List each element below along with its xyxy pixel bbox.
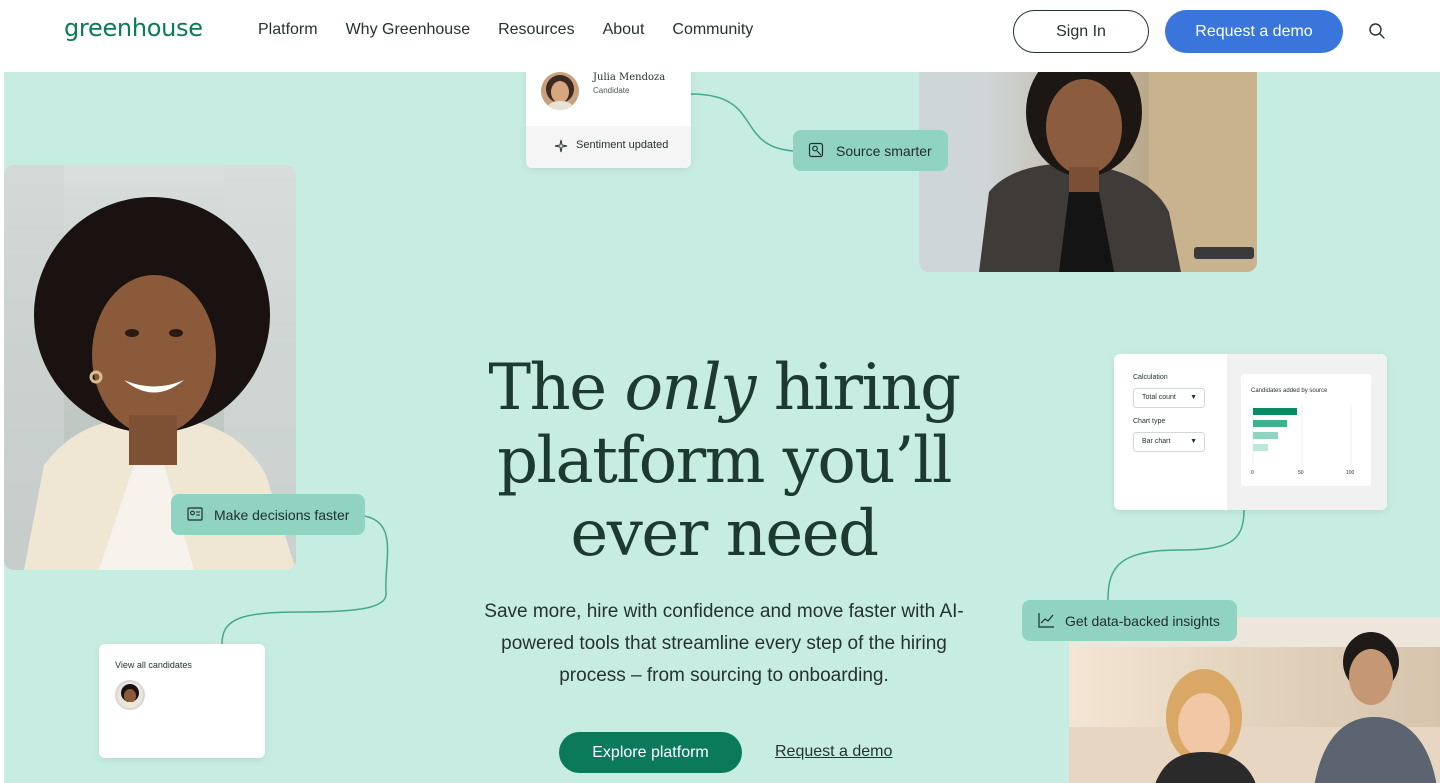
data-backed-insights-pill: Get data-backed insights — [1022, 600, 1237, 641]
search-icon[interactable] — [1368, 22, 1386, 40]
man-portrait-photo — [919, 72, 1257, 272]
candidate-avatar — [541, 72, 579, 110]
nav-links: Platform Why Greenhouse Resources About … — [258, 20, 753, 40]
hero-section: Julia Mendoza Candidate Sentiment update… — [4, 72, 1440, 783]
line-chart-icon — [1038, 613, 1054, 628]
chevron-down-icon: ▼ — [1190, 438, 1197, 445]
sentiment-status: Sentiment updated — [576, 139, 669, 151]
nav-link-community[interactable]: Community — [672, 20, 753, 40]
request-demo-link[interactable]: Request a demo — [775, 743, 892, 761]
explore-platform-button[interactable]: Explore platform — [559, 732, 742, 773]
hero-subtext: Save more, hire with confidence and move… — [484, 601, 964, 686]
team-meeting-photo — [1069, 617, 1440, 783]
candidate-profile-card: Julia Mendoza Candidate Sentiment update… — [526, 72, 691, 168]
make-decisions-faster-label: Make decisions faster — [214, 506, 350, 523]
source-smarter-pill: Source smarter — [793, 130, 948, 171]
chart-type-label: Chart type — [1133, 418, 1166, 425]
nav-link-resources[interactable]: Resources — [498, 20, 574, 40]
view-candidates-card[interactable]: View all candidates — [99, 644, 265, 758]
candidate-role: Candidate — [593, 86, 630, 95]
data-backed-insights-label: Get data-backed insights — [1065, 612, 1220, 629]
sparkle-icon — [554, 139, 568, 153]
nav-link-platform[interactable]: Platform — [258, 20, 318, 40]
candidate-name: Julia Mendoza — [593, 72, 666, 83]
make-decisions-faster-pill: Make decisions faster — [171, 494, 365, 535]
tick-label: 50 — [1298, 470, 1304, 476]
chart-preview-panel: Candidates added by source 0 50 100 — [1227, 354, 1387, 510]
source-smarter-label: Source smarter — [836, 142, 932, 159]
sign-in-button[interactable]: Sign In — [1013, 10, 1149, 53]
chart-type-value: Bar chart — [1142, 438, 1171, 445]
top-navigation: greenhouse Platform Why Greenhouse Resou… — [0, 0, 1440, 72]
tick-label: 0 — [1251, 470, 1254, 476]
nav-link-why-greenhouse[interactable]: Why Greenhouse — [346, 20, 471, 40]
chevron-down-icon: ▼ — [1190, 394, 1197, 401]
chart-widget-card: Calculation Total count ▼ Chart type Bar… — [1114, 354, 1387, 510]
nav-link-about[interactable]: About — [603, 20, 645, 40]
greenhouse-logo[interactable]: greenhouse — [64, 14, 203, 42]
compare-icon — [187, 507, 203, 521]
person-search-icon — [808, 142, 824, 158]
calculation-label: Calculation — [1133, 374, 1168, 381]
chart-bar — [1253, 408, 1297, 415]
chart-type-select[interactable]: Bar chart ▼ — [1133, 432, 1205, 452]
sentiment-row: Sentiment updated — [526, 126, 691, 168]
chart-preview: Candidates added by source 0 50 100 — [1241, 374, 1371, 486]
calculation-select[interactable]: Total count ▼ — [1133, 388, 1205, 408]
candidate-avatar — [115, 680, 145, 710]
view-all-candidates-label: View all candidates — [115, 660, 192, 670]
hero-headline: The only hiring platform you’ll ever nee… — [488, 351, 961, 571]
calculation-value: Total count — [1142, 394, 1176, 401]
tick-label: 100 — [1346, 470, 1355, 476]
request-demo-button[interactable]: Request a demo — [1165, 10, 1343, 53]
chart-bar — [1253, 432, 1278, 439]
chart-bar — [1253, 420, 1287, 427]
chart-bar — [1253, 444, 1268, 451]
